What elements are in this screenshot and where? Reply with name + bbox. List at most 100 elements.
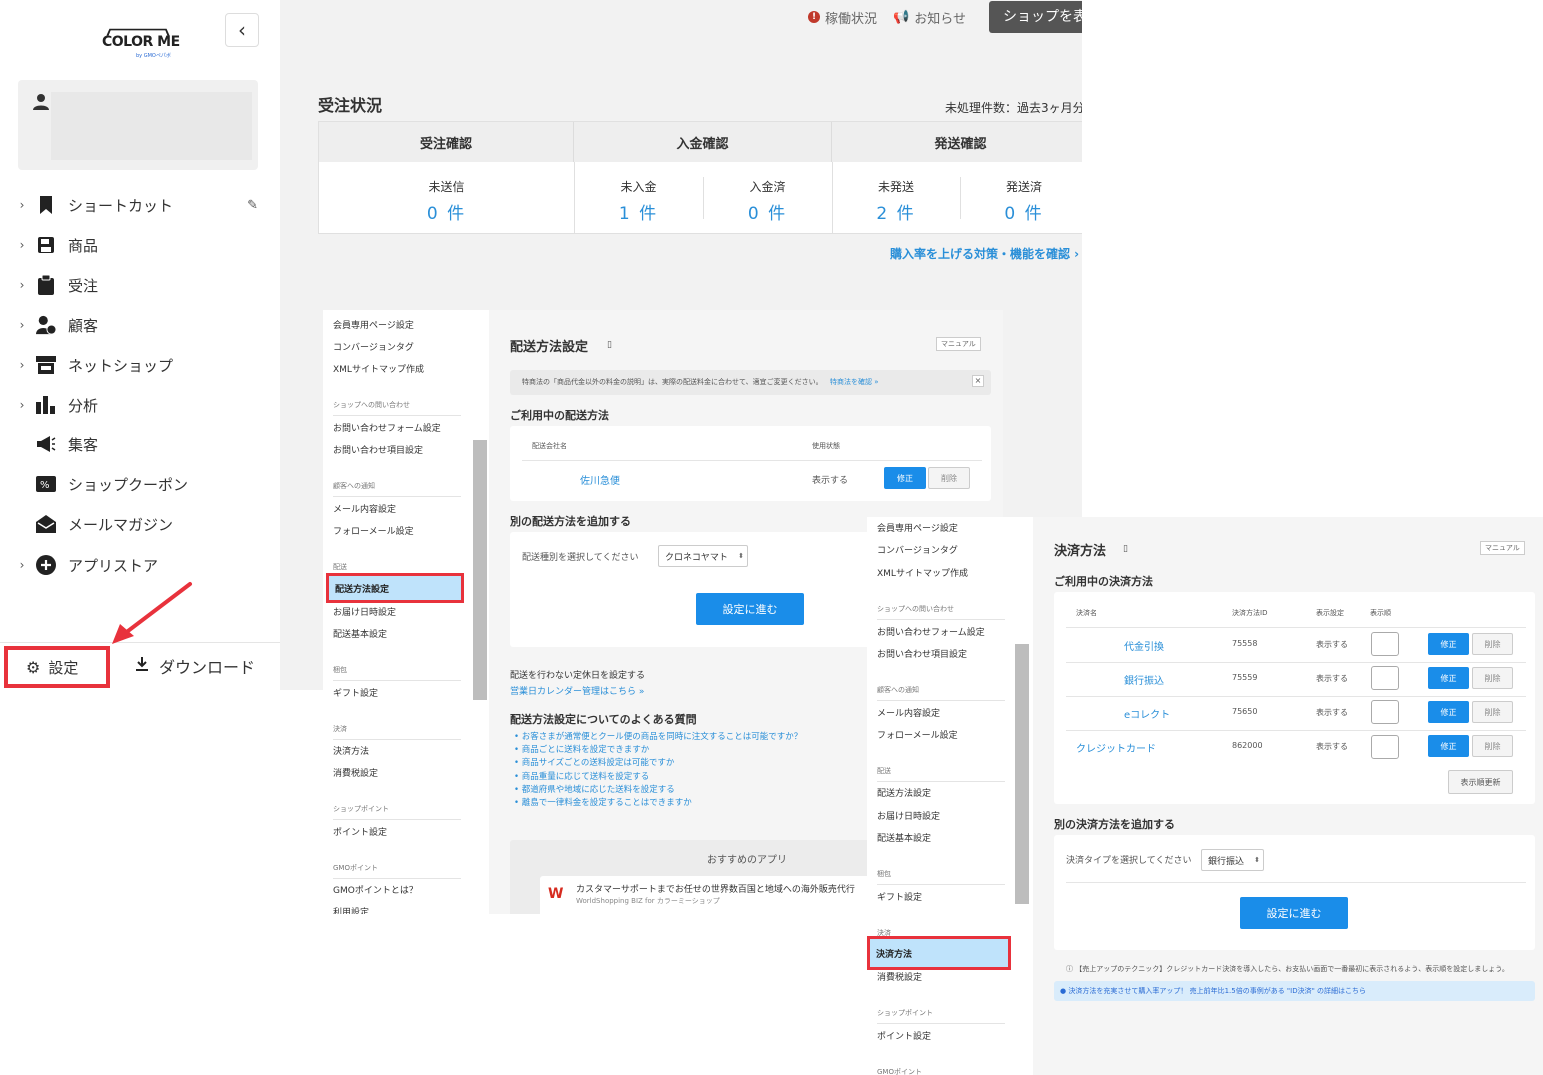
menu-item[interactable]: ギフト設定 xyxy=(877,890,922,903)
delete-button[interactable]: 削除 xyxy=(1472,633,1513,655)
menu-item[interactable]: 会員専用ページ設定 xyxy=(877,521,958,534)
menu-item[interactable]: 消費税設定 xyxy=(333,766,378,779)
colorme-logo[interactable]: COLOR ME by GMOペパボ xyxy=(100,28,180,59)
bookmark-icon[interactable]: ▯ xyxy=(1123,544,1128,554)
edit-button[interactable]: 修正 xyxy=(1428,633,1469,655)
nav-shortcut[interactable]: › ショートカット ✎ xyxy=(14,191,264,219)
stat-value[interactable]: 0 件 xyxy=(319,199,574,224)
select-label: 配送種別を選択してください xyxy=(522,553,639,563)
stat-value[interactable]: 0 件 xyxy=(960,199,1082,224)
payment-type-select[interactable]: 銀行振込 ⬍ xyxy=(1201,849,1264,871)
faq-item[interactable]: • 離島で一律料金を設定することはできますか xyxy=(514,796,692,808)
nav-app-store[interactable]: › アプリストア xyxy=(14,551,264,579)
edit-button[interactable]: 修正 xyxy=(884,467,926,489)
menu-item[interactable]: フォローメール設定 xyxy=(333,524,414,537)
bookmark-icon[interactable]: ▯ xyxy=(607,340,612,350)
order-stat-unsent[interactable]: 未送信 0 件 xyxy=(319,162,574,234)
stat-value[interactable]: 1 件 xyxy=(574,199,703,224)
menu-item[interactable]: お問い合わせ項目設定 xyxy=(333,443,423,456)
faq-item[interactable]: • 商品重量に応じて送料を設定する xyxy=(514,770,649,782)
manual-button[interactable]: マニュアル xyxy=(1480,541,1525,555)
menu-item[interactable]: 配送基本設定 xyxy=(877,831,931,844)
menu-item[interactable]: ポイント設定 xyxy=(877,1029,931,1042)
menu-item[interactable]: お届け日時設定 xyxy=(333,605,396,618)
nav-customers[interactable]: › 顧客 xyxy=(14,311,264,339)
shipping-type-select[interactable]: クロネコヤマト ⬍ xyxy=(658,545,748,567)
menu-item[interactable]: GMOポイントとは？ xyxy=(333,883,418,896)
menu-item[interactable]: XMLサイトマップ作成 xyxy=(877,566,968,579)
menu-item[interactable]: メール内容設定 xyxy=(877,706,940,719)
scrollbar[interactable] xyxy=(473,440,487,700)
menu-item[interactable]: 消費税設定 xyxy=(877,970,922,983)
menu-item[interactable]: お届け日時設定 xyxy=(877,809,940,822)
display-order-input[interactable] xyxy=(1371,700,1399,724)
manual-button[interactable]: マニュアル xyxy=(936,337,981,351)
delete-button[interactable]: 削除 xyxy=(1472,735,1513,757)
menu-item[interactable]: 配送基本設定 xyxy=(333,627,387,640)
menu-item[interactable]: XMLサイトマップ作成 xyxy=(333,362,424,375)
shipping-method-name[interactable]: 佐川急便 xyxy=(580,472,620,487)
menu-item[interactable]: メール内容設定 xyxy=(333,502,396,515)
menu-item[interactable]: ポイント設定 xyxy=(333,825,387,838)
delete-button[interactable]: 削除 xyxy=(928,467,970,489)
menu-item[interactable]: ギフト設定 xyxy=(333,686,378,699)
edit-button[interactable]: 修正 xyxy=(1428,735,1469,757)
menu-item-shipping-method-selected[interactable]: 配送方法設定 xyxy=(326,573,464,603)
menu-item[interactable]: フォローメール設定 xyxy=(877,728,958,741)
proceed-button[interactable]: 設定に進む xyxy=(1240,897,1348,929)
nav-mail-magazine[interactable]: メールマガジン xyxy=(14,510,264,538)
faq-item[interactable]: • 都道府県や地域に応じた送料を設定する xyxy=(514,783,675,795)
nav-marketing[interactable]: 集客 xyxy=(14,430,264,458)
settings-button[interactable]: ⚙ 設定 xyxy=(4,646,110,688)
edit-button[interactable]: 修正 xyxy=(1428,701,1469,723)
faq-item[interactable]: • お客さまが通常便とクール便の商品を同時に注文することは可能ですか？ xyxy=(514,730,802,742)
download-button[interactable]: ダウンロード xyxy=(135,652,255,680)
menu-item[interactable]: お問い合わせフォーム設定 xyxy=(333,421,441,434)
menu-item[interactable]: 利用設定 xyxy=(333,905,369,914)
delete-button[interactable]: 削除 xyxy=(1472,667,1513,689)
order-stat-paid[interactable]: 入金済 0 件 xyxy=(703,162,832,234)
collapse-sidebar-button[interactable]: ‹ xyxy=(225,13,259,47)
info-bar[interactable]: ● 決済方法を充実させて購入率アップ！ 売上前年比1.5倍の事例がある "ID決… xyxy=(1054,981,1535,1001)
menu-item[interactable]: 会員専用ページ設定 xyxy=(333,318,414,331)
nav-coupon[interactable]: % ショップクーポン xyxy=(14,470,264,498)
delete-button[interactable]: 削除 xyxy=(1472,701,1513,723)
payment-name[interactable]: 銀行振込 xyxy=(1124,672,1164,687)
menu-item[interactable]: お問い合わせ項目設定 xyxy=(877,647,967,660)
operation-status-link[interactable]: ! 稼働状況 xyxy=(808,8,877,27)
faq-item[interactable]: • 商品ごとに送料を設定できますか xyxy=(514,743,649,755)
menu-item[interactable]: コンバージョンタグ xyxy=(877,543,958,556)
proceed-button[interactable]: 設定に進む xyxy=(696,593,804,625)
display-order-input[interactable] xyxy=(1371,666,1399,690)
order-stat-shipped[interactable]: 発送済 0 件 xyxy=(960,162,1082,234)
faq-item[interactable]: • 商品サイズごとの送料設定は可能ですか xyxy=(514,756,674,768)
notice-link[interactable]: 特商法を確認 » xyxy=(830,377,879,387)
edit-button[interactable]: 修正 xyxy=(1428,667,1469,689)
payment-name[interactable]: 代金引換 xyxy=(1124,638,1164,653)
improve-conversion-link[interactable]: 購入率を上げる対策・機能を確認 › xyxy=(890,245,1079,262)
calendar-link[interactable]: 営業日カレンダー管理はこちら » xyxy=(510,684,644,697)
menu-item[interactable]: 決済方法 xyxy=(333,744,369,757)
update-order-button[interactable]: 表示順更新 xyxy=(1448,770,1513,794)
order-stat-unshipped[interactable]: 未発送 2 件 xyxy=(832,162,960,234)
payment-name[interactable]: eコレクト xyxy=(1124,706,1170,721)
notice-link[interactable]: 📢 お知らせ xyxy=(893,8,966,27)
nav-netshop[interactable]: › ネットショップ xyxy=(14,351,264,379)
nav-analytics[interactable]: › 分析 xyxy=(14,391,264,419)
stat-value[interactable]: 2 件 xyxy=(832,199,960,224)
menu-item-payment-method-selected[interactable]: 決済方法 xyxy=(867,936,1011,970)
stat-value[interactable]: 0 件 xyxy=(703,199,832,224)
scrollbar[interactable] xyxy=(1015,644,1029,904)
display-order-input[interactable] xyxy=(1371,632,1399,656)
order-stat-unpaid[interactable]: 未入金 1 件 xyxy=(574,162,703,234)
menu-item[interactable]: 配送方法設定 xyxy=(877,786,931,799)
menu-item[interactable]: コンバージョンタグ xyxy=(333,340,414,353)
payment-name[interactable]: クレジットカード xyxy=(1076,740,1156,755)
display-order-input[interactable] xyxy=(1371,735,1399,759)
pencil-icon[interactable]: ✎ xyxy=(247,198,258,213)
view-shop-button[interactable]: ショップを表 xyxy=(989,1,1082,33)
menu-item[interactable]: お問い合わせフォーム設定 xyxy=(877,625,985,638)
nav-orders[interactable]: › 受注 xyxy=(14,271,264,299)
nav-products[interactable]: › 商品 xyxy=(14,231,264,259)
close-icon[interactable]: × xyxy=(972,375,984,387)
